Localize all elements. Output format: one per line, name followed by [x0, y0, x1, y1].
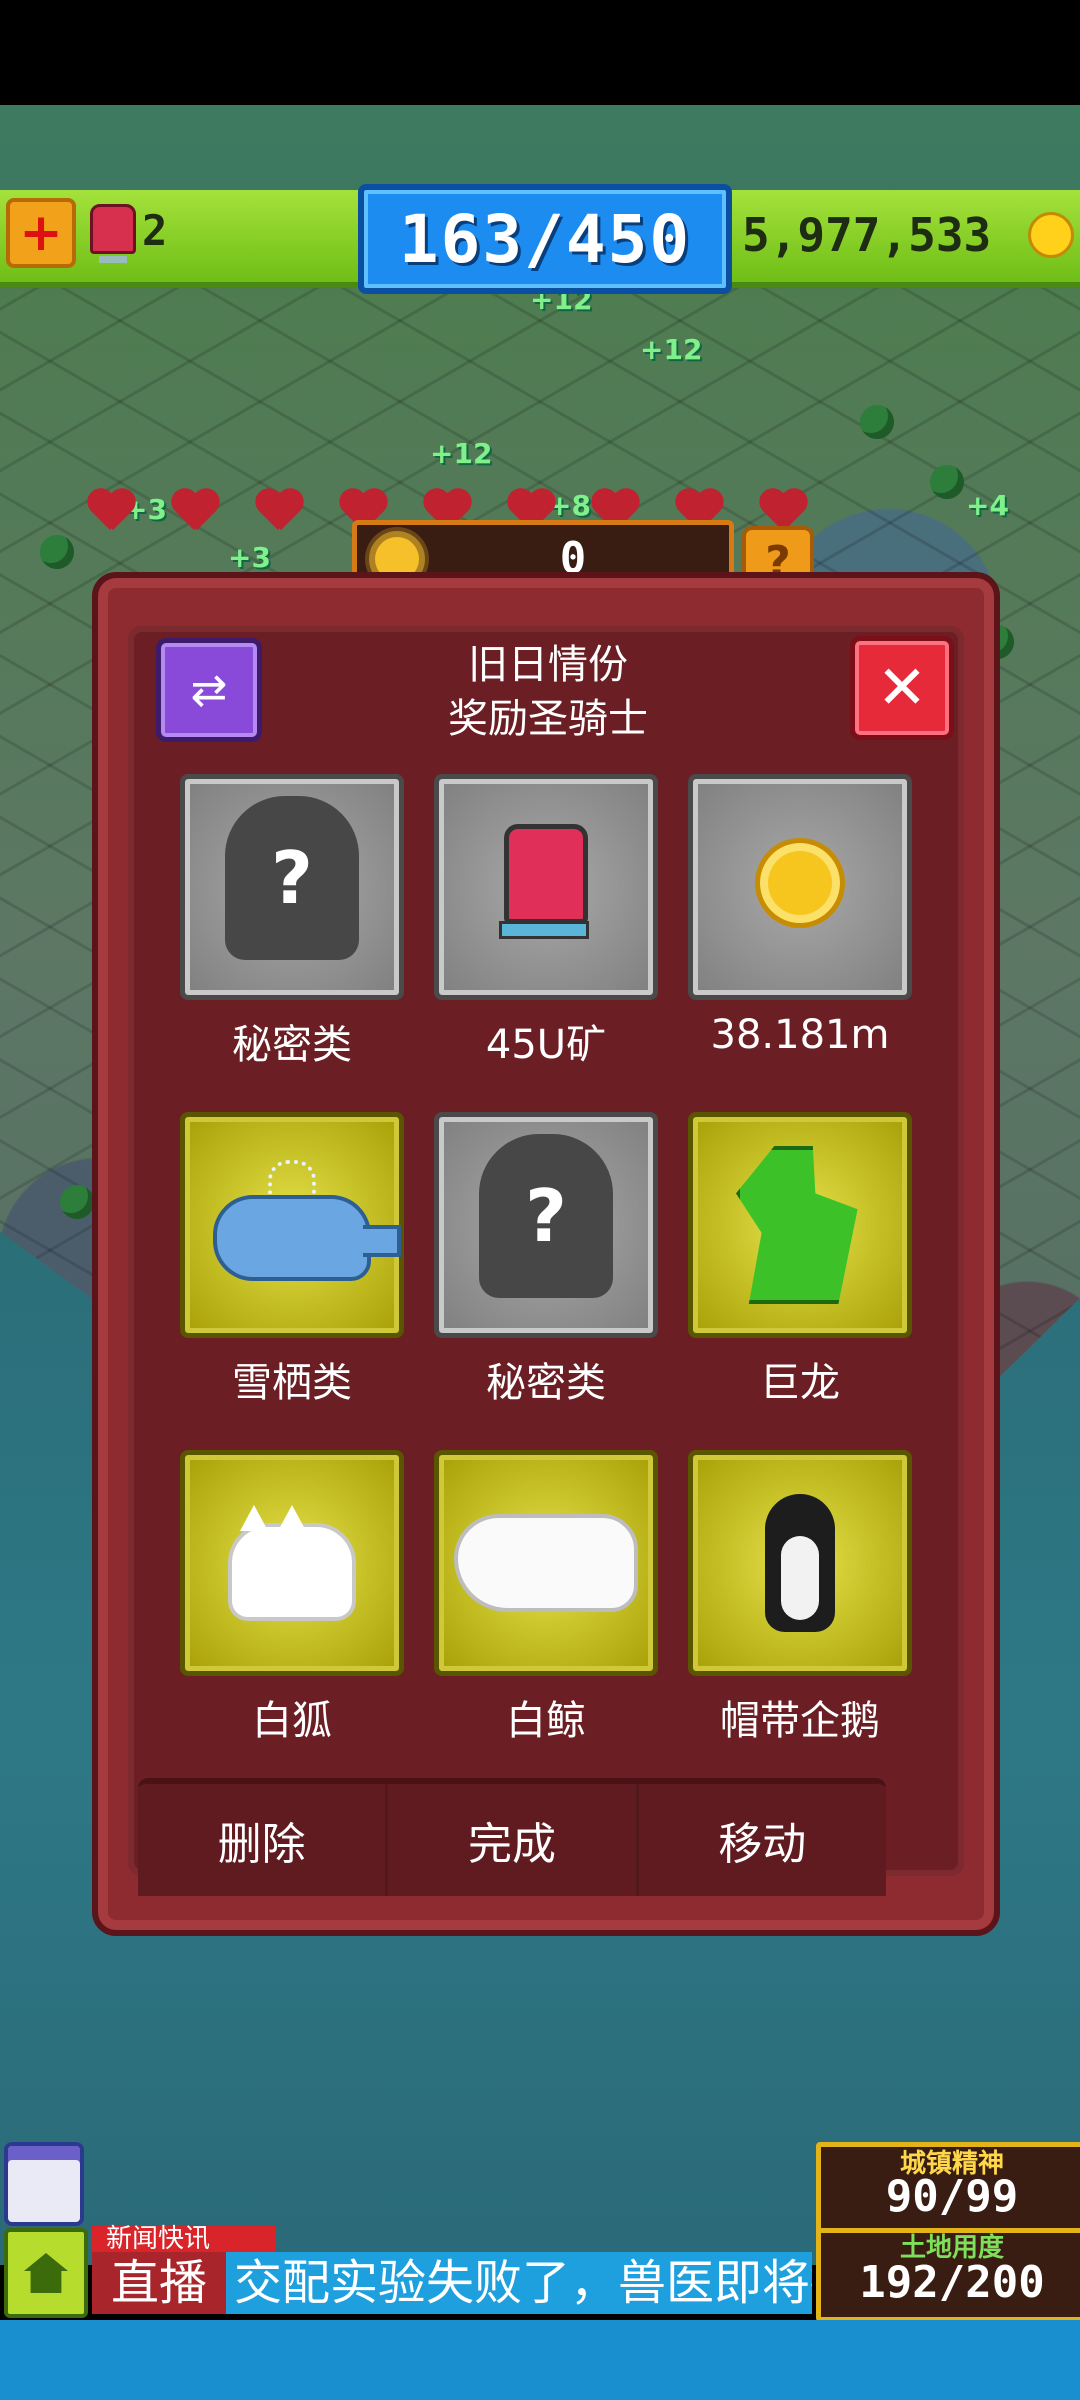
reward-label: 秘密类 — [232, 1022, 352, 1068]
reward-item[interactable]: ? 秘密类 — [180, 774, 404, 1070]
penguin-icon — [765, 1494, 835, 1632]
reward-label: 白鲸 — [506, 1698, 586, 1744]
home-icon — [24, 2253, 68, 2293]
close-button[interactable]: ✕ — [850, 636, 954, 740]
tree — [930, 465, 964, 499]
swap-icon: ⇄ — [190, 664, 228, 716]
heart-icon — [170, 490, 220, 536]
reward-label: 帽带企鹅 — [720, 1698, 880, 1744]
land-usage-panel[interactable]: 土地用度 192/200 — [816, 2228, 1080, 2322]
reward-label: 雪栖类 — [232, 1360, 352, 1406]
reward-label: 白狐 — [252, 1698, 332, 1744]
town-spirit-value: 90/99 — [885, 2171, 1019, 2222]
reward-label: 45U矿 — [485, 1022, 607, 1068]
complete-button[interactable]: 完成 — [388, 1784, 639, 1896]
reward-item[interactable]: ? 秘密类 — [434, 1112, 658, 1408]
bottom-strip — [0, 2320, 1080, 2400]
news-label: 新闻快讯 — [92, 2226, 276, 2252]
reward-tile[interactable] — [688, 774, 912, 1000]
land-usage-value: 192/200 — [859, 2257, 1045, 2308]
coin-icon — [1028, 212, 1074, 258]
home-button[interactable] — [4, 2228, 88, 2318]
tree — [60, 1185, 94, 1219]
bell-count: 2 — [142, 206, 168, 255]
population-counter[interactable]: 163/450 — [358, 184, 732, 294]
close-icon: ✕ — [876, 653, 928, 723]
income-label: +12 — [430, 437, 493, 470]
tree — [40, 535, 74, 569]
reward-tile[interactable] — [434, 774, 658, 1000]
beluga-icon — [454, 1514, 638, 1612]
population-value: 163/450 — [398, 200, 692, 278]
coin-icon — [755, 837, 845, 928]
reward-label: 38.181m — [710, 1012, 890, 1058]
income-label: +12 — [640, 333, 703, 366]
dialog-actions: 删除 完成 移动 — [138, 1778, 886, 1896]
dialog-subtitle: 奖励圣骑士 — [448, 696, 648, 742]
heart-icon — [86, 490, 136, 536]
reward-item[interactable]: 45U矿 — [434, 774, 658, 1070]
delete-button[interactable]: 删除 — [138, 1784, 389, 1896]
move-button[interactable]: 移动 — [639, 1784, 886, 1896]
bell-icon — [499, 824, 589, 940]
income-label: +3 — [228, 541, 271, 574]
reward-item[interactable]: 巨龙 — [688, 1112, 912, 1408]
reward-label: 秘密类 — [486, 1360, 606, 1406]
reward-tile[interactable]: ? — [434, 1112, 658, 1338]
reward-tile[interactable] — [434, 1450, 658, 1676]
status-bar — [0, 0, 1080, 105]
calendar-button[interactable] — [4, 2142, 84, 2226]
mystery-icon: ? — [479, 1134, 613, 1299]
swap-button[interactable]: ⇄ — [156, 638, 262, 742]
reward-item[interactable]: 雪栖类 — [180, 1112, 404, 1408]
dragon-icon — [736, 1146, 858, 1304]
top-bar: + 2 163/450 5,977,533 — [0, 184, 1080, 294]
water-spout-icon — [268, 1160, 316, 1195]
reward-dialog: ⇄ 旧日情份 奖励圣骑士 ✕ ? 秘密类 45U矿 38.181m 雪栖类 ? … — [92, 572, 1000, 1936]
reward-tile[interactable] — [688, 1112, 912, 1338]
mystery-icon: ? — [225, 796, 359, 961]
bell-icon[interactable] — [90, 204, 136, 263]
reward-label: 巨龙 — [760, 1360, 840, 1406]
whale-icon — [213, 1194, 401, 1281]
live-badge: 直播 — [92, 2252, 226, 2314]
heart-icon — [254, 490, 304, 536]
coins-value: 5,977,533 — [742, 208, 992, 262]
reward-tile[interactable] — [180, 1450, 404, 1676]
income-label: +4 — [966, 489, 1009, 522]
reward-item[interactable]: 白鲸 — [434, 1450, 658, 1746]
dialog-title: 旧日情份 — [468, 642, 628, 688]
add-plus-button[interactable]: + — [6, 198, 76, 268]
reward-tile[interactable] — [180, 1112, 404, 1338]
news-ticker[interactable]: 直播 交配实验失败了，兽医即将接 — [92, 2252, 812, 2314]
fox-icon — [228, 1504, 356, 1621]
reward-item[interactable]: 帽带企鹅 — [688, 1450, 912, 1746]
reward-item[interactable]: 38.181m — [688, 774, 912, 1058]
tree — [860, 405, 894, 439]
reward-item[interactable]: 白狐 — [180, 1450, 404, 1746]
reward-tile[interactable] — [688, 1450, 912, 1676]
reward-tile[interactable]: ? — [180, 774, 404, 1000]
town-spirit-panel[interactable]: 城镇精神 90/99 — [816, 2142, 1080, 2236]
ticker-text: 交配实验失败了，兽医即将接 — [234, 2255, 812, 2311]
